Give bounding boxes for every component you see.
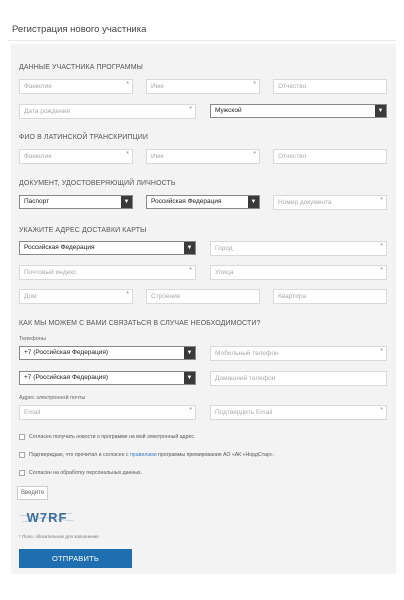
required-mark: * [126,81,129,88]
news-consent-checkbox[interactable] [19,434,25,440]
latin-last-name-placeholder: Фамилия [24,153,52,160]
required-mark: * [126,151,129,158]
middle-name-input[interactable]: Отчество [273,79,387,94]
chevron-down-icon[interactable]: ▼ [121,196,132,208]
rules-consent-text-after: программы премирования АО «АК «НордСтар»… [156,452,275,458]
document-type-select[interactable]: Паспорт ▼ [19,195,133,209]
mobile-country-code-select[interactable]: +7 (Российская Федерация) ▼ [19,346,196,360]
document-number-placeholder: Номер документа [278,199,332,206]
chevron-down-icon[interactable]: ▼ [184,372,195,384]
required-field-note: * Поле, обязательное для заполнения [19,534,99,539]
rules-consent-text-before: Подтверждаю, что прочитал и согласен с [29,452,130,458]
house-input[interactable]: Дом * [19,289,133,304]
title-divider [8,40,396,41]
building-input[interactable]: Строение [146,289,260,304]
section-title-latin: ФИО В ЛАТИНСКОЙ ТРАНСКРИПЦИИ [19,134,149,141]
latin-middle-name-placeholder: Отчество [278,153,307,160]
news-consent-label: Согласен получать новости о программе на… [29,434,196,440]
mobile-phone-input[interactable]: Мобильный телефон * [210,346,387,361]
gender-value: Мужской [215,107,242,114]
home-country-code-value: +7 (Российская Федерация) [24,374,109,381]
email-placeholder: Email [24,409,41,416]
chevron-down-icon[interactable]: ▼ [184,347,195,359]
required-mark: * [380,267,383,274]
required-mark: * [380,407,383,414]
captcha-placeholder: Введите [21,490,45,496]
home-country-code-select[interactable]: +7 (Российская Федерация) ▼ [19,371,196,385]
captcha-code-text: W7RF [27,510,68,525]
required-mark: * [380,348,383,355]
postal-code-input[interactable]: Почтовый индекс * [19,265,196,280]
latin-first-name-input[interactable]: Имя * [146,149,260,164]
registration-form-panel [11,44,396,574]
apartment-placeholder: Квартира [278,293,307,300]
address-country-value: Российская Федерация [24,244,95,251]
rules-consent-checkbox[interactable] [19,452,25,458]
latin-middle-name-input[interactable]: Отчество [273,149,387,164]
city-placeholder: Город [215,245,233,252]
birth-date-input[interactable]: Дата рождения * [19,104,196,119]
apartment-input[interactable]: Квартира [273,289,387,304]
first-name-placeholder: Имя [151,83,164,90]
latin-first-name-placeholder: Имя [151,153,164,160]
last-name-placeholder: Фамилия [24,83,52,90]
postal-code-placeholder: Почтовый индекс [24,269,77,276]
email-label: Адрес электронной почты [19,395,86,401]
section-title-address: УКАЖИТЕ АДРЕС ДОСТАВКИ КАРТЫ [19,227,147,234]
required-mark: * [253,81,256,88]
document-country-value: Российская Федерация [151,198,222,205]
document-type-value: Паспорт [24,198,50,205]
last-name-input[interactable]: Фамилия * [19,79,133,94]
middle-name-placeholder: Отчество [278,83,307,90]
chevron-down-icon[interactable]: ▼ [248,196,259,208]
chevron-down-icon[interactable]: ▼ [375,105,386,117]
document-number-input[interactable]: Номер документа * [273,195,387,210]
captcha-input[interactable]: Введите [17,486,48,500]
personal-data-consent-checkbox[interactable] [19,470,25,476]
street-placeholder: Улица [215,269,234,276]
house-placeholder: Дом [24,293,37,300]
chevron-down-icon[interactable]: ▼ [184,242,195,254]
submit-button[interactable]: ОТПРАВИТЬ [19,549,132,568]
rules-link[interactable]: правилами [130,452,157,458]
street-input[interactable]: Улица * [210,265,387,280]
gender-select[interactable]: Мужской ▼ [210,104,387,118]
section-title-participant: ДАННЫЕ УЧАСТНИКА ПРОГРАММЫ [19,64,143,71]
required-mark: * [126,291,129,298]
birth-date-placeholder: Дата рождения [24,108,70,115]
email-confirm-placeholder: Подтвердить Email [215,409,273,416]
captcha-image: W7RF [18,509,76,526]
email-confirm-input[interactable]: Подтвердить Email * [210,405,387,420]
required-mark: * [380,197,383,204]
phones-label: Телефоны [19,336,46,342]
required-mark: * [253,151,256,158]
first-name-input[interactable]: Имя * [146,79,260,94]
mobile-phone-placeholder: Мобильный телефон [215,350,279,357]
email-input[interactable]: Email * [19,405,196,420]
document-country-select[interactable]: Российская Федерация ▼ [146,195,260,209]
required-mark: * [380,243,383,250]
building-placeholder: Строение [151,293,181,300]
section-title-document: ДОКУМЕНТ, УДОСТОВЕРЯЮЩИЙ ЛИЧНОСТЬ [19,180,176,187]
section-title-contact: КАК МЫ МОЖЕМ С ВАМИ СВЯЗАТЬСЯ В СЛУЧАЕ Н… [19,320,261,327]
mobile-country-code-value: +7 (Российская Федерация) [24,349,109,356]
required-mark: * [189,106,192,113]
personal-data-consent-label: Согласен на обработку персональных данны… [29,470,143,476]
home-phone-placeholder: Домашний телефон [215,375,276,382]
rules-consent-label: Подтверждаю, что прочитал и согласен с п… [29,452,274,458]
latin-last-name-input[interactable]: Фамилия * [19,149,133,164]
address-country-select[interactable]: Российская Федерация ▼ [19,241,196,255]
home-phone-input[interactable]: Домашний телефон [210,371,387,386]
page-title: Регистрация нового участника [12,24,147,35]
required-mark: * [189,267,192,274]
city-input[interactable]: Город * [210,241,387,256]
required-mark: * [189,407,192,414]
